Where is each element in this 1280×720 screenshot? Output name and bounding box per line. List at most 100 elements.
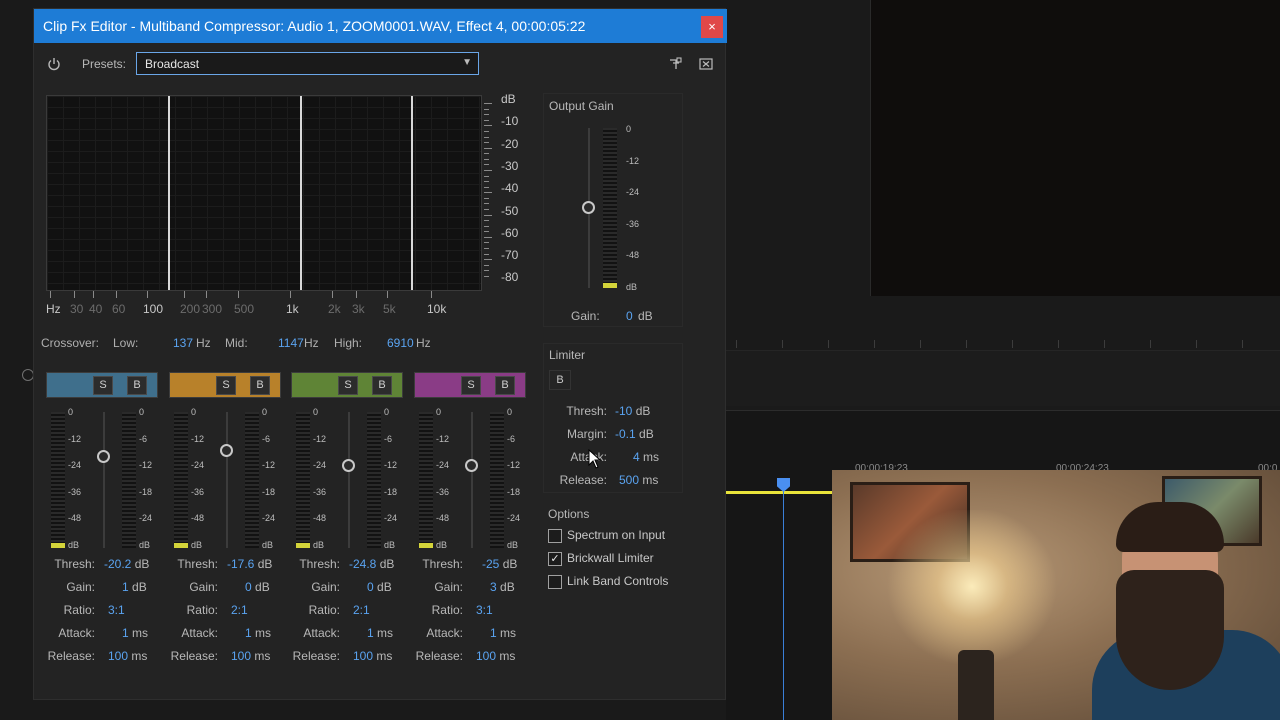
band-threshold-slider-track[interactable]: [103, 412, 105, 548]
limiter-release-value[interactable]: 500: [619, 473, 639, 487]
band-threshold-slider-track[interactable]: [471, 412, 473, 548]
crossover-high-value[interactable]: 6910: [387, 336, 414, 350]
band-gain-field[interactable]: 0 dB: [245, 580, 270, 594]
band-gain-field[interactable]: 3 dB: [490, 580, 515, 594]
scale-label: -6: [384, 433, 393, 444]
band-threshold-slider-knob[interactable]: [97, 449, 110, 463]
band-release-field[interactable]: 100 ms: [231, 649, 270, 663]
checkbox-icon[interactable]: [548, 528, 562, 543]
band-release-value[interactable]: 100: [476, 649, 496, 663]
db-tick: [484, 209, 489, 210]
band-header[interactable]: SB: [169, 372, 281, 398]
band-ratio-value[interactable]: 3:1: [108, 603, 125, 617]
band-header[interactable]: SB: [291, 372, 403, 398]
close-effect-icon[interactable]: [699, 57, 713, 71]
band-threshold-slider-knob[interactable]: [342, 459, 355, 473]
option-row[interactable]: Link Band Controls: [548, 574, 668, 590]
band-ratio-value[interactable]: 3:1: [476, 603, 493, 617]
band-attack-value[interactable]: 1: [245, 626, 252, 640]
band-attack-field[interactable]: 1 ms: [490, 626, 516, 640]
checkbox-icon[interactable]: [548, 574, 562, 589]
band-ratio-field[interactable]: 3:1: [108, 603, 125, 617]
band-gain-field[interactable]: 1 dB: [122, 580, 147, 594]
band-bypass-button[interactable]: B: [372, 376, 392, 395]
band-ratio-field[interactable]: 2:1: [231, 603, 248, 617]
band-bypass-button[interactable]: B: [250, 376, 270, 395]
output-gain-slider-knob[interactable]: [582, 201, 595, 214]
band-release-value[interactable]: 100: [108, 649, 128, 663]
band-attack-field[interactable]: 1 ms: [122, 626, 148, 640]
close-button[interactable]: ×: [701, 16, 723, 38]
band-ratio-value[interactable]: 2:1: [231, 603, 248, 617]
band-ratio-value[interactable]: 2:1: [353, 603, 370, 617]
band-bypass-button[interactable]: B: [127, 376, 147, 395]
limiter-margin-field[interactable]: -0.1 dB: [615, 427, 654, 441]
limiter-thresh-value[interactable]: -10: [615, 404, 632, 418]
meter-level: [174, 543, 181, 548]
band-gain-value[interactable]: 0: [245, 580, 252, 594]
band-attack-unit: ms: [132, 626, 149, 640]
crossover-low-handle[interactable]: [168, 96, 170, 290]
band-thresh-field[interactable]: -17.6 dB: [227, 557, 272, 571]
band-solo-button[interactable]: S: [338, 376, 358, 395]
band-thresh-value[interactable]: -17.6: [227, 557, 254, 571]
output-gain-value[interactable]: 0: [626, 309, 633, 323]
band-gain-value[interactable]: 1: [122, 580, 129, 594]
band-gain-value[interactable]: 3: [490, 580, 497, 594]
band-ratio-field[interactable]: 3:1: [476, 603, 493, 617]
band-thresh-value[interactable]: -24.8: [349, 557, 376, 571]
band-threshold-slider-knob[interactable]: [465, 459, 478, 473]
band-attack-value[interactable]: 1: [490, 626, 497, 640]
limiter-bypass-button[interactable]: B: [549, 370, 571, 390]
crossover-mid-handle[interactable]: [300, 96, 302, 290]
routing-icon[interactable]: [668, 57, 682, 71]
band-threshold-slider-track[interactable]: [348, 412, 350, 548]
band-solo-button[interactable]: S: [461, 376, 481, 395]
band-release-field[interactable]: 100 ms: [108, 649, 147, 663]
band-thresh-value[interactable]: -25: [482, 557, 499, 571]
limiter-attack-field[interactable]: 4 ms: [633, 450, 659, 464]
band-solo-button[interactable]: S: [216, 376, 236, 395]
scale-label: -12: [626, 155, 640, 166]
crossover-low-value[interactable]: 137: [173, 336, 193, 350]
band-solo-button[interactable]: S: [93, 376, 113, 395]
band-thresh-field[interactable]: -20.2 dB: [104, 557, 149, 571]
band-release-value[interactable]: 100: [231, 649, 251, 663]
presets-dropdown[interactable]: Broadcast ▼: [136, 52, 479, 75]
scale-label: -36: [626, 218, 640, 229]
band-attack-field[interactable]: 1 ms: [367, 626, 393, 640]
option-row[interactable]: ✓ Brickwall Limiter: [548, 551, 654, 567]
limiter-margin-value[interactable]: -0.1: [615, 427, 636, 441]
crossover-mid-value[interactable]: 1147: [278, 336, 304, 350]
scale-label: -24: [626, 187, 640, 197]
band-gain-field[interactable]: 0 dB: [367, 580, 392, 594]
dialog-titlebar[interactable]: Clip Fx Editor - Multiband Compressor: A…: [34, 9, 727, 43]
band-thresh-field[interactable]: -24.8 dB: [349, 557, 394, 571]
band-release-field[interactable]: 100 ms: [476, 649, 515, 663]
band-threshold-slider-track[interactable]: [226, 412, 228, 548]
band-thresh-field[interactable]: -25 dB: [482, 557, 517, 571]
scale-label: 0: [384, 407, 390, 417]
crossover-high-handle[interactable]: [411, 96, 413, 290]
option-row[interactable]: Spectrum on Input: [548, 528, 665, 544]
limiter-thresh-field[interactable]: -10 dB: [615, 404, 650, 418]
band-attack-field[interactable]: 1 ms: [245, 626, 271, 640]
band-ratio-field[interactable]: 2:1: [353, 603, 370, 617]
band-attack-value[interactable]: 1: [367, 626, 374, 640]
band-gain-value[interactable]: 0: [367, 580, 374, 594]
band-bypass-button[interactable]: B: [495, 376, 515, 395]
power-icon[interactable]: [47, 57, 61, 71]
scale-label: -18: [139, 486, 153, 497]
band-release-field[interactable]: 100 ms: [353, 649, 392, 663]
band-threshold-slider-knob[interactable]: [220, 444, 233, 458]
limiter-attack-value[interactable]: 4: [633, 450, 640, 464]
work-area-bar[interactable]: [726, 491, 832, 494]
spectrum-graph[interactable]: [46, 95, 482, 291]
band-attack-value[interactable]: 1: [122, 626, 129, 640]
band-thresh-value[interactable]: -20.2: [104, 557, 131, 571]
band-release-value[interactable]: 100: [353, 649, 373, 663]
band-header[interactable]: SB: [46, 372, 158, 398]
limiter-release-field[interactable]: 500 ms: [619, 473, 658, 487]
checkbox-checked-icon[interactable]: ✓: [548, 551, 562, 566]
band-header[interactable]: SB: [414, 372, 526, 398]
